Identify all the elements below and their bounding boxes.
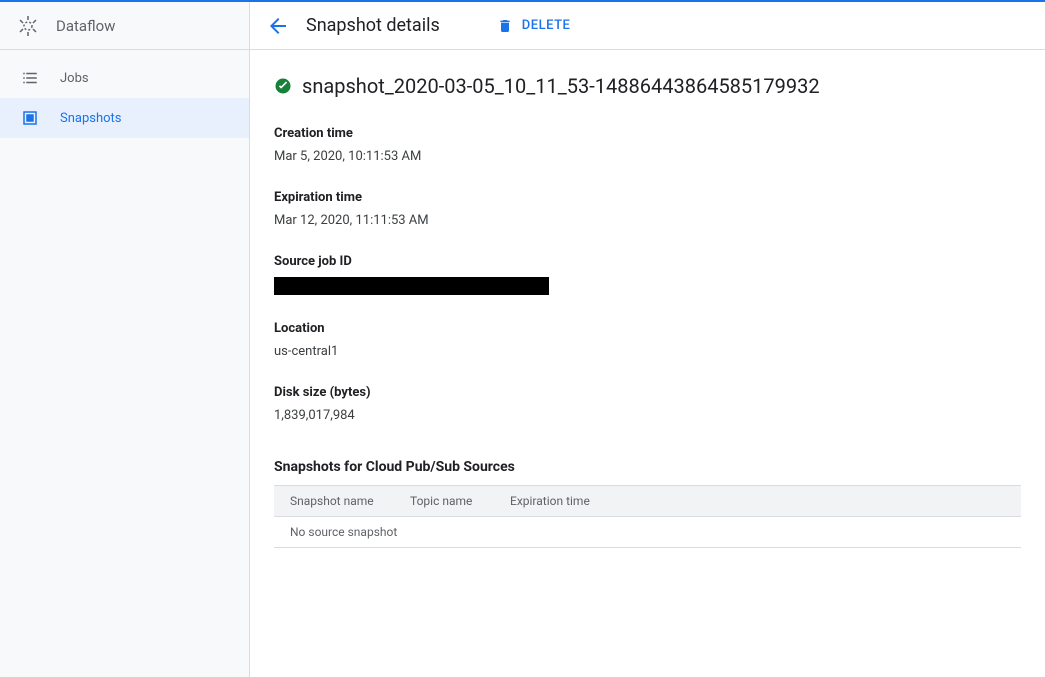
sidebar-nav: Jobs Snapshots — [0, 50, 249, 138]
back-button[interactable] — [266, 14, 290, 38]
field-value: 1,839,017,984 — [274, 408, 1021, 423]
page-title: Snapshot details — [306, 15, 440, 36]
field-creation-time: Creation time Mar 5, 2020, 10:11:53 AM — [274, 126, 1021, 164]
field-location: Location us-central1 — [274, 321, 1021, 359]
empty-message: No source snapshot — [274, 517, 1021, 548]
content: snapshot_2020-03-05_10_11_53-14886443864… — [250, 50, 1045, 572]
snapshot-icon — [20, 108, 40, 128]
snapshot-title-row: snapshot_2020-03-05_10_11_53-14886443864… — [274, 74, 1021, 98]
pubsub-table: Snapshot name Topic name Expiration time… — [274, 485, 1021, 548]
field-disk-size: Disk size (bytes) 1,839,017,984 — [274, 385, 1021, 423]
table-header-row: Snapshot name Topic name Expiration time — [274, 486, 1021, 517]
trash-icon — [496, 17, 514, 35]
field-label: Source job ID — [274, 254, 1021, 269]
layout: Dataflow Jobs — [0, 2, 1045, 677]
col-snapshot-name: Snapshot name — [274, 486, 394, 517]
product-header: Dataflow — [0, 2, 249, 50]
sidebar-item-snapshots[interactable]: Snapshots — [0, 98, 249, 138]
redacted-value — [274, 277, 549, 295]
field-label: Expiration time — [274, 190, 1021, 205]
sidebar-item-jobs[interactable]: Jobs — [0, 58, 249, 98]
field-value: us-central1 — [274, 344, 1021, 359]
list-icon — [20, 68, 40, 88]
main: Snapshot details Delete snapshot_ — [250, 2, 1045, 677]
delete-button[interactable]: Delete — [496, 17, 571, 35]
dataflow-product-icon — [16, 14, 40, 38]
snapshot-name: snapshot_2020-03-05_10_11_53-14886443864… — [302, 74, 820, 98]
field-source-job-id: Source job ID — [274, 254, 1021, 295]
field-label: Location — [274, 321, 1021, 336]
field-label: Disk size (bytes) — [274, 385, 1021, 400]
col-topic-name: Topic name — [394, 486, 494, 517]
sidebar-item-label: Snapshots — [60, 111, 122, 126]
pubsub-section-title: Snapshots for Cloud Pub/Sub Sources — [274, 459, 1021, 475]
field-value: Mar 5, 2020, 10:11:53 AM — [274, 149, 1021, 164]
field-value: Mar 12, 2020, 11:11:53 AM — [274, 213, 1021, 228]
col-expiration-time: Expiration time — [494, 486, 1021, 517]
status-success-icon — [274, 77, 292, 95]
table-empty-row: No source snapshot — [274, 517, 1021, 548]
delete-label: Delete — [522, 18, 571, 33]
sidebar: Dataflow Jobs — [0, 2, 250, 677]
main-header: Snapshot details Delete — [250, 2, 1045, 50]
field-label: Creation time — [274, 126, 1021, 141]
field-expiration-time: Expiration time Mar 12, 2020, 11:11:53 A… — [274, 190, 1021, 228]
product-title: Dataflow — [56, 17, 115, 35]
sidebar-item-label: Jobs — [60, 71, 89, 86]
arrow-left-icon — [266, 14, 290, 38]
